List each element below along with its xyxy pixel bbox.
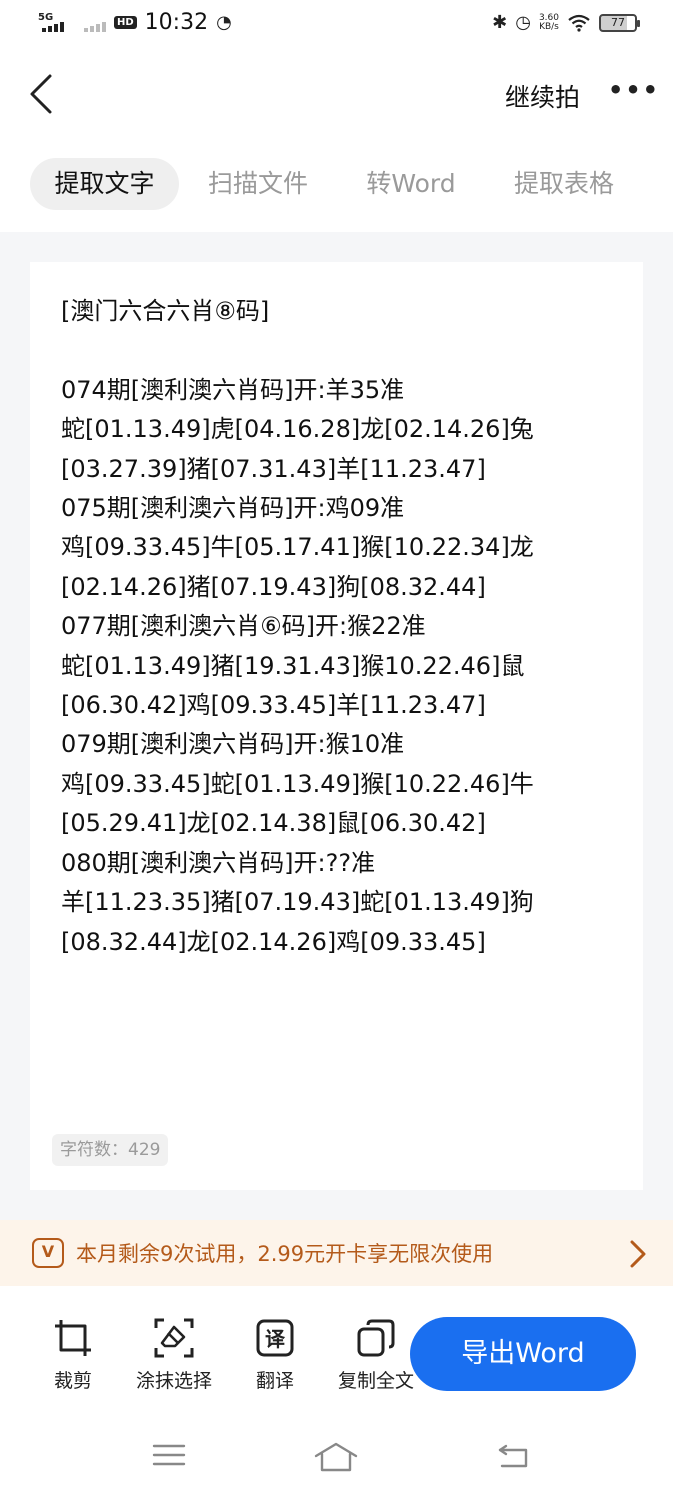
translate-icon: 译: [256, 1319, 294, 1357]
back-button[interactable]: [26, 72, 62, 116]
more-options-icon[interactable]: •••: [608, 76, 660, 104]
continue-shooting-button[interactable]: 继续拍: [505, 78, 580, 114]
status-right: ✱ ◷ 3.60 KB/s 77: [492, 12, 640, 33]
translate-label: 翻译: [255, 1370, 294, 1392]
char-count-badge: 字符数：429: [52, 1134, 169, 1166]
copy-all-button[interactable]: 复制全文: [331, 1316, 421, 1393]
menu-icon[interactable]: [150, 1440, 188, 1470]
battery-icon: 77: [599, 13, 640, 32]
extracted-text-card: [澳门六合六肖⑧码] 074期[澳利澳六肖码]开:羊35准 蛇[01.13.49…: [30, 262, 643, 1190]
tab-extract-table[interactable]: 提取表格: [500, 158, 628, 210]
wifi-icon: [568, 14, 590, 32]
app-notification-icon: ◔: [216, 12, 232, 33]
net-speed-unit: KB/s: [539, 21, 559, 32]
chevron-left-icon: [30, 74, 52, 114]
app-header: 继续拍 •••: [0, 52, 673, 144]
vip-badge-icon: V: [32, 1238, 64, 1268]
translate-button[interactable]: 译 翻译: [230, 1316, 320, 1393]
alarm-icon: ◷: [515, 12, 531, 33]
eraser-select-icon: [154, 1318, 194, 1358]
tab-to-word[interactable]: 转Word: [350, 158, 472, 210]
status-left: 5G HD 10:32 ◔: [38, 10, 232, 35]
copy-icon: [357, 1319, 395, 1357]
status-bar: 5G HD 10:32 ◔ ✱ ◷ 3.60 KB/s 77: [0, 0, 673, 52]
clock: 10:32: [144, 10, 209, 35]
chevron-right-icon: [630, 1240, 646, 1268]
bluetooth-icon: ✱: [492, 12, 508, 33]
system-nav-bar: [0, 1420, 673, 1500]
copy-all-label: 复制全文: [337, 1370, 414, 1392]
smear-select-label: 涂抹选择: [135, 1370, 212, 1392]
hd-badge: HD: [114, 16, 137, 29]
tab-extract-text[interactable]: 提取文字: [30, 158, 179, 210]
crop-icon: [55, 1320, 91, 1356]
crop-button[interactable]: 裁剪: [28, 1316, 118, 1393]
tab-scan-document[interactable]: 扫描文件: [194, 158, 322, 210]
trial-promo-banner[interactable]: V 本月剩余9次试用，2.99元开卡享无限次使用: [0, 1220, 673, 1286]
signal-secondary-icon: [80, 12, 106, 34]
battery-level: 77: [611, 15, 625, 29]
mode-tabs: 提取文字 扫描文件 转Word 提取表格: [0, 144, 673, 232]
extracted-text[interactable]: [澳门六合六肖⑧码] 074期[澳利澳六肖码]开:羊35准 蛇[01.13.49…: [61, 292, 621, 962]
export-word-button[interactable]: 导出Word: [410, 1317, 636, 1391]
smear-select-button[interactable]: 涂抹选择: [129, 1316, 219, 1393]
translate-icon-glyph: 译: [265, 1327, 286, 1351]
promo-text: 本月剩余9次试用，2.99元开卡享无限次使用: [76, 1242, 494, 1266]
bottom-toolbar: 裁剪 涂抹选择 译 翻译 复制全文 导出Word: [0, 1286, 673, 1420]
back-nav-icon[interactable]: [494, 1440, 534, 1472]
home-icon[interactable]: [312, 1440, 360, 1474]
net-speed: 3.60 KB/s: [539, 13, 559, 32]
signal-5g-icon: 5G: [38, 12, 72, 34]
crop-label: 裁剪: [53, 1370, 92, 1392]
